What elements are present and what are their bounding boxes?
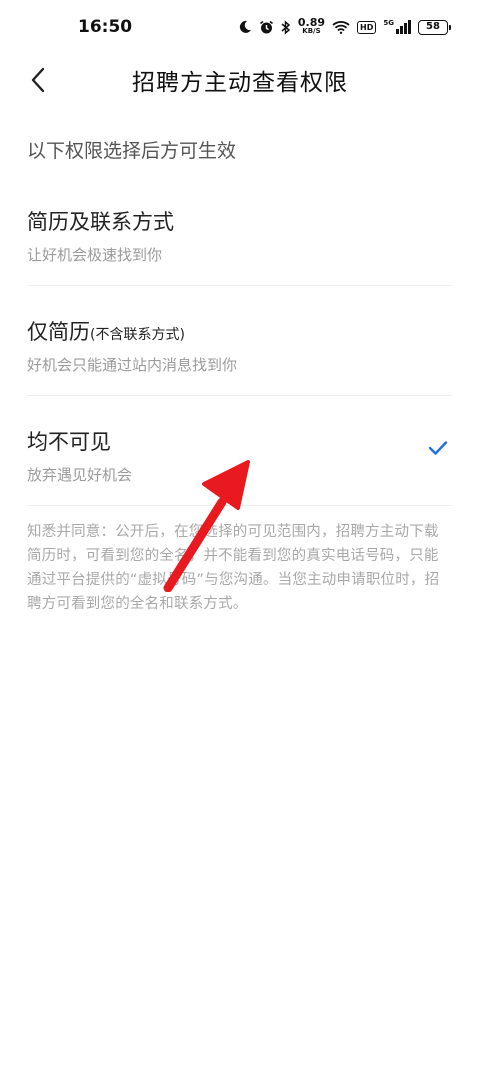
chevron-left-icon [31, 67, 45, 93]
signal-5g-icon: 5G [383, 20, 411, 34]
nav-header: 招聘方主动查看权限 [0, 54, 480, 106]
status-time: 16:50 [78, 17, 133, 37]
option-title: 均不可见 [27, 426, 111, 456]
option-resume-and-contact[interactable]: 简历及联系方式 让好机会极速找到你 [27, 176, 452, 286]
wifi-icon [332, 21, 350, 34]
option-title-text: 简历及联系方式 [27, 210, 174, 234]
back-button[interactable] [22, 64, 54, 96]
hd-badge: HD [357, 20, 377, 34]
alarm-icon [259, 20, 273, 33]
status-icons: 0.89 KB/S HD 5G 58 [238, 16, 451, 36]
battery-icon: 58 [418, 19, 451, 35]
option-title: 简历及联系方式 [27, 206, 174, 236]
option-title-text: 仅简历 [27, 320, 90, 344]
option-subtitle: (不含联系方式) [90, 327, 185, 343]
option-title-text: 均不可见 [27, 430, 111, 454]
bluetooth-icon [281, 19, 291, 35]
option-resume-only[interactable]: 仅简历(不含联系方式) 好机会只能通过站内消息找到你 [27, 286, 452, 396]
net-speed-unit: KB/S [302, 27, 321, 35]
signal-label: 5G [383, 19, 394, 27]
status-bar: 16:50 0.89 KB/S HD 5G 58 [0, 0, 480, 54]
option-title: 仅简历(不含联系方式) [27, 316, 185, 346]
option-invisible[interactable]: 均不可见 放弃遇见好机会 [27, 396, 452, 506]
check-icon [428, 441, 448, 455]
screen: 16:50 0.89 KB/S HD 5G 58 招聘方主动查看权限 以下权限选… [0, 0, 480, 1072]
option-desc: 让好机会极速找到你 [27, 246, 163, 264]
net-speed: 0.89 KB/S [297, 16, 326, 36]
option-desc: 放弃遇见好机会 [27, 466, 133, 484]
option-desc: 好机会只能通过站内消息找到你 [27, 356, 238, 374]
net-speed-value: 0.89 [297, 16, 326, 29]
moon-icon [239, 20, 251, 33]
consent-note: 知悉并同意：公开后，在您选择的可见范围内，招聘方主动下载简历时，可看到您的全名，… [27, 524, 440, 612]
battery-level: 58 [426, 20, 440, 32]
page-title: 招聘方主动查看权限 [132, 70, 348, 96]
intro-text: 以下权限选择后方可生效 [27, 140, 237, 162]
